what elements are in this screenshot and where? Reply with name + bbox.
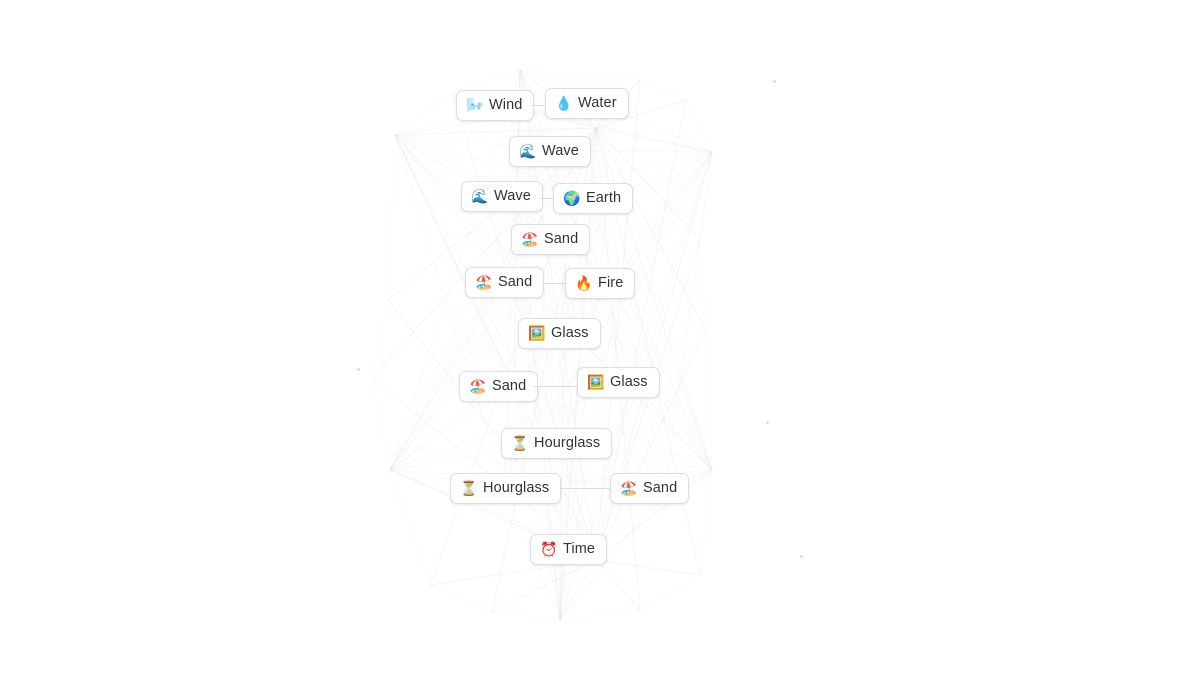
glass-picture-icon: 🖼️ xyxy=(587,374,605,391)
tether-dot-2 xyxy=(766,421,769,424)
craft-node-label: Water xyxy=(578,95,617,112)
craft-node-time[interactable]: ⏰ Time xyxy=(530,534,608,565)
node-container: 🌬️ Wind 💧 Water 🌊 Wave 🌊 Wave 🌍 Earth 🏖️ Sand 🏖️ Sand… xyxy=(0,0,1200,675)
craft-node-label: Earth xyxy=(586,190,622,207)
hourglass-icon: ⏳ xyxy=(511,435,529,452)
craft-node-label: Sand xyxy=(492,378,527,395)
craft-node-label: Hourglass xyxy=(483,480,550,497)
craft-node-wave2[interactable]: 🌊 Wave xyxy=(461,181,543,212)
craft-node-sand3[interactable]: 🏖️ Sand xyxy=(459,371,539,402)
craft-node-label: Sand xyxy=(544,231,579,248)
water-drop-icon: 💧 xyxy=(555,95,573,112)
sand-beach-icon: 🏖️ xyxy=(475,274,493,291)
pair-link-sand2-fire xyxy=(542,283,566,284)
craft-node-label: Glass xyxy=(610,374,648,391)
craft-node-label: Wave xyxy=(494,188,531,205)
craft-node-label: Hourglass xyxy=(534,435,601,452)
craft-node-hourglass1[interactable]: ⏳ Hourglass xyxy=(501,428,613,459)
wind-icon: 🌬️ xyxy=(466,97,484,114)
sand-beach-icon: 🏖️ xyxy=(521,231,539,248)
craft-node-hourglass2[interactable]: ⏳ Hourglass xyxy=(450,473,562,504)
craft-node-earth[interactable]: 🌍 Earth xyxy=(553,183,634,214)
craft-node-label: Wave xyxy=(542,143,579,160)
craft-node-label: Glass xyxy=(551,325,589,342)
hourglass-icon: ⏳ xyxy=(460,480,478,497)
pair-link-sand3-glass2 xyxy=(534,386,578,387)
craft-node-water[interactable]: 💧 Water xyxy=(545,88,629,119)
craft-node-label: Wind xyxy=(489,97,523,114)
craft-node-label: Fire xyxy=(598,275,624,292)
craft-node-sand4[interactable]: 🏖️ Sand xyxy=(610,473,690,504)
sand-beach-icon: 🏖️ xyxy=(469,378,487,395)
tether-dot-3 xyxy=(800,555,803,558)
craft-node-label: Sand xyxy=(498,274,533,291)
fire-icon: 🔥 xyxy=(575,275,593,292)
craft-node-wave1[interactable]: 🌊 Wave xyxy=(509,136,591,167)
earth-globe-icon: 🌍 xyxy=(563,190,581,207)
pair-link-hourglass2-sand4 xyxy=(560,488,610,489)
craft-node-label: Sand xyxy=(643,480,678,497)
craft-node-glass2[interactable]: 🖼️ Glass xyxy=(577,367,660,398)
sand-beach-icon: 🏖️ xyxy=(620,480,638,497)
craft-node-sand1[interactable]: 🏖️ Sand xyxy=(511,224,591,255)
glass-picture-icon: 🖼️ xyxy=(528,325,546,342)
tether-dot-1 xyxy=(357,368,360,371)
craft-node-fire[interactable]: 🔥 Fire xyxy=(565,268,636,299)
craft-canvas[interactable]: 🌬️ Wind 💧 Water 🌊 Wave 🌊 Wave 🌍 Earth 🏖️ Sand 🏖️ Sand… xyxy=(0,0,1200,675)
alarm-clock-icon: ⏰ xyxy=(540,541,558,558)
tether-dot-0 xyxy=(773,80,776,83)
craft-node-glass1[interactable]: 🖼️ Glass xyxy=(518,318,601,349)
wave-icon: 🌊 xyxy=(471,188,489,205)
craft-node-wind[interactable]: 🌬️ Wind xyxy=(456,90,535,121)
wave-icon: 🌊 xyxy=(519,143,537,160)
craft-node-sand2[interactable]: 🏖️ Sand xyxy=(465,267,545,298)
craft-node-label: Time xyxy=(563,541,596,558)
